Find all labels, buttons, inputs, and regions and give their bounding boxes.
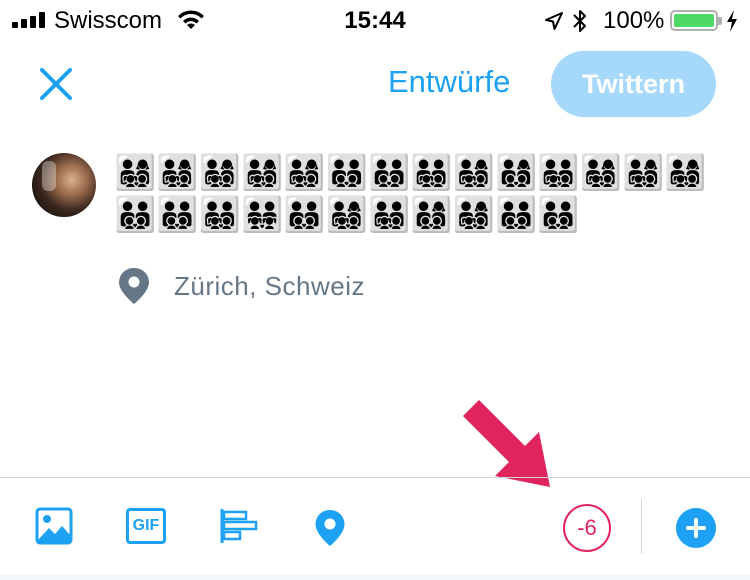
- image-icon[interactable]: [35, 507, 73, 545]
- status-bar: Swisscom 15:44 100%: [0, 0, 750, 42]
- character-counter: -6: [563, 504, 611, 552]
- location-icon[interactable]: [313, 508, 347, 548]
- battery-percentage: 100%: [603, 7, 665, 34]
- location-services-icon: [545, 12, 563, 30]
- charging-icon: [727, 10, 737, 32]
- bottom-edge: [0, 575, 750, 580]
- drafts-link[interactable]: Entwürfe: [388, 64, 510, 100]
- bluetooth-icon: [573, 10, 586, 32]
- add-icon[interactable]: [676, 508, 716, 548]
- tweet-text-input[interactable]: 👨‍👩‍👧‍👦👨‍👩‍👧‍👦👨‍👩‍👧‍👦👨‍👩‍👧‍👦👨‍👩‍👧‍👦👨‍👨‍👦…: [114, 152, 714, 236]
- toolbar-separator: [641, 499, 642, 554]
- arrow-annotation-icon: [463, 400, 550, 487]
- gif-button[interactable]: GIF: [126, 508, 166, 544]
- avatar: [32, 153, 96, 217]
- toolbar-divider: [0, 477, 750, 478]
- location-tag[interactable]: Zürich, Schweiz: [116, 266, 365, 306]
- location-pin-icon: [119, 268, 149, 304]
- gif-icon: GIF: [132, 517, 160, 534]
- poll-icon[interactable]: [219, 507, 259, 545]
- location-label: Zürich, Schweiz: [174, 270, 365, 301]
- close-icon[interactable]: [36, 64, 76, 104]
- tweet-button[interactable]: Twittern: [551, 51, 716, 117]
- battery-icon: [670, 10, 722, 31]
